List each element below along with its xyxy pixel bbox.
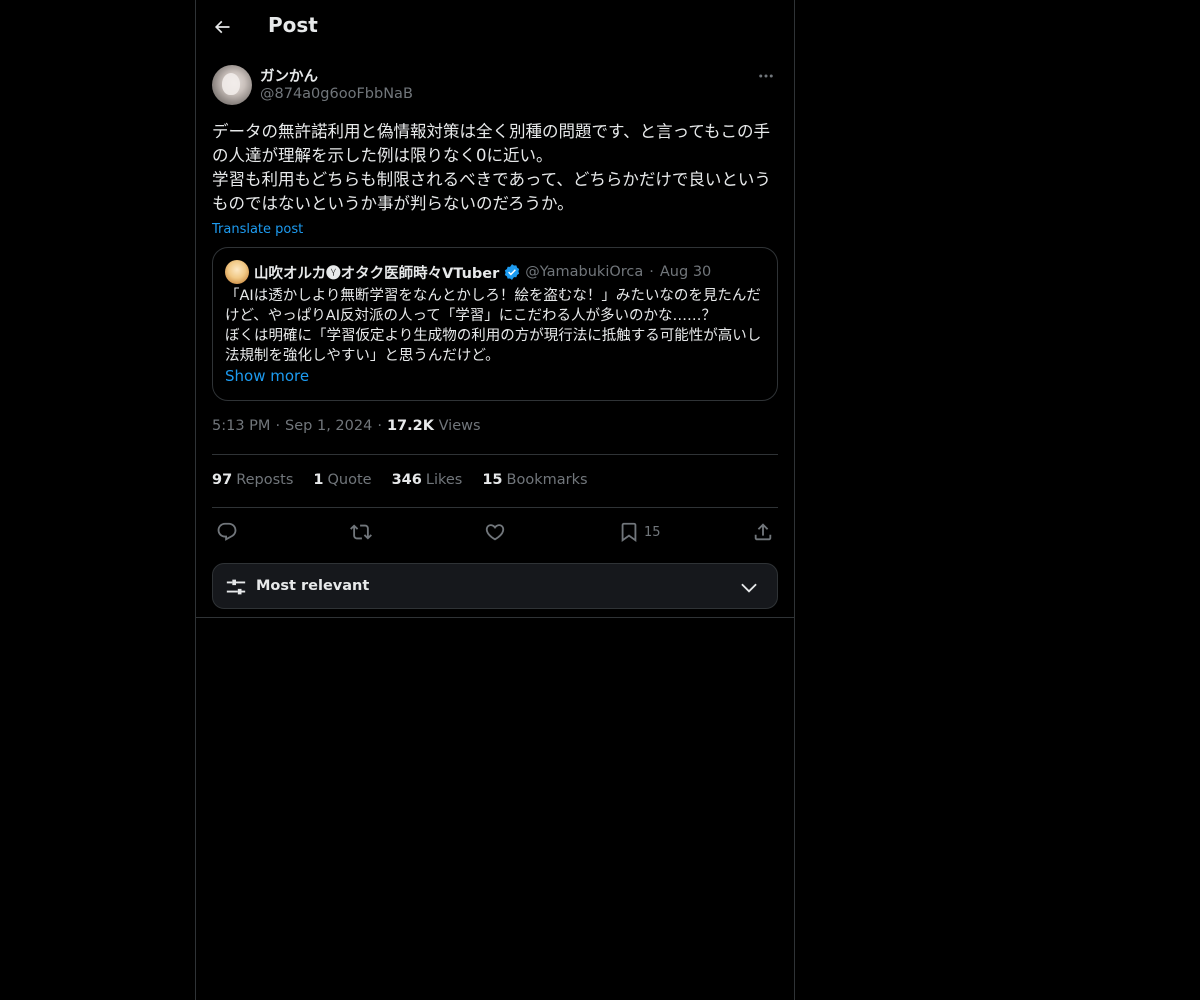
post-text: データの無許諾利用と偽情報対策は全く別種の問題です、と言ってもこの手の人達が理解… bbox=[212, 122, 771, 213]
avatar[interactable] bbox=[212, 65, 252, 105]
views-label: Views bbox=[438, 418, 481, 434]
chevron-down-icon bbox=[741, 583, 757, 593]
bookmark-count: 15 bbox=[644, 524, 661, 540]
like-button[interactable] bbox=[484, 520, 506, 544]
sort-replies-dropdown[interactable]: Most relevant bbox=[212, 563, 778, 609]
divider bbox=[212, 454, 778, 455]
bookmark-button[interactable]: 15 bbox=[618, 520, 661, 544]
quotes-label: Quote bbox=[327, 472, 372, 488]
likes-count: 346 bbox=[391, 472, 422, 488]
quoted-post-header: 山吹オルカ🅨オタク医師時々VTuber @YamabukiOrca · Aug … bbox=[225, 260, 765, 284]
quoted-avatar[interactable] bbox=[225, 260, 249, 284]
author-name[interactable]: ガンかん bbox=[260, 65, 318, 86]
post-date[interactable]: Sep 1, 2024 bbox=[285, 418, 372, 434]
reposts-stat[interactable]: 97 Reposts bbox=[212, 472, 293, 488]
main-column: Post ガンかん @874a0g6ooFbbNaB データの無許諾利用と偽情報… bbox=[195, 0, 795, 1000]
show-more-link[interactable]: Show more bbox=[225, 366, 309, 386]
likes-stat[interactable]: 346 Likes bbox=[392, 472, 463, 488]
separator-dot: · bbox=[275, 418, 281, 434]
quoted-date[interactable]: Aug 30 bbox=[660, 264, 711, 280]
quoted-author-name[interactable]: 山吹オルカ🅨オタク医師時々VTuber bbox=[254, 262, 499, 283]
quoted-author-handle[interactable]: @YamabukiOrca bbox=[525, 264, 643, 280]
translate-post-link[interactable]: Translate post bbox=[212, 222, 303, 237]
repost-button[interactable] bbox=[350, 520, 372, 544]
author-handle[interactable]: @874a0g6ooFbbNaB bbox=[260, 86, 413, 102]
quoted-post-card[interactable]: 山吹オルカ🅨オタク医師時々VTuber @YamabukiOrca · Aug … bbox=[212, 247, 778, 401]
repost-icon bbox=[350, 524, 372, 540]
more-options-button[interactable] bbox=[754, 64, 778, 88]
verified-badge-icon bbox=[505, 264, 520, 280]
reply-icon bbox=[217, 522, 237, 541]
bookmarks-label: Bookmarks bbox=[506, 472, 588, 488]
quoted-post-text: 「AIは透かしより無断学習をなんとかしろ！絵を盗むな！」みたいなのを見たんだけど… bbox=[225, 288, 762, 364]
likes-label: Likes bbox=[425, 472, 463, 488]
separator-dot: · bbox=[649, 264, 654, 280]
post-metadata: 5:13 PM · Sep 1, 2024 · 17.2K Views bbox=[212, 418, 481, 434]
reposts-count: 97 bbox=[212, 472, 233, 488]
quotes-count: 1 bbox=[313, 472, 324, 488]
sort-label: Most relevant bbox=[256, 578, 370, 594]
engagement-stats: 97 Reposts 1 Quote 346 Likes 15 Bookmarks bbox=[212, 472, 588, 488]
quotes-stat[interactable]: 1 Quote bbox=[313, 472, 371, 488]
views-count: 17.2K bbox=[386, 418, 434, 434]
divider bbox=[212, 507, 778, 508]
bookmark-icon bbox=[621, 522, 637, 543]
main-post: ガンかん @874a0g6ooFbbNaB データの無許諾利用と偽情報対策は全く… bbox=[212, 64, 778, 543]
more-dots-icon bbox=[759, 74, 773, 78]
page-header: Post bbox=[196, 0, 794, 55]
post-time[interactable]: 5:13 PM bbox=[212, 418, 270, 434]
arrow-left-icon bbox=[214, 20, 230, 34]
reply-button[interactable] bbox=[216, 520, 238, 544]
bookmarks-stat[interactable]: 15 Bookmarks bbox=[482, 472, 587, 488]
share-button[interactable] bbox=[752, 520, 774, 544]
heart-icon bbox=[485, 524, 505, 541]
post-author-row: ガンかん @874a0g6ooFbbNaB bbox=[212, 64, 778, 108]
page-title: Post bbox=[268, 13, 318, 37]
back-button[interactable] bbox=[207, 12, 237, 42]
reposts-label: Reposts bbox=[236, 472, 294, 488]
sliders-icon bbox=[226, 579, 246, 595]
separator-dot: · bbox=[377, 418, 382, 434]
bookmarks-count: 15 bbox=[482, 472, 503, 488]
action-bar: 15 bbox=[212, 520, 778, 544]
divider bbox=[196, 617, 794, 618]
share-icon bbox=[754, 523, 772, 541]
